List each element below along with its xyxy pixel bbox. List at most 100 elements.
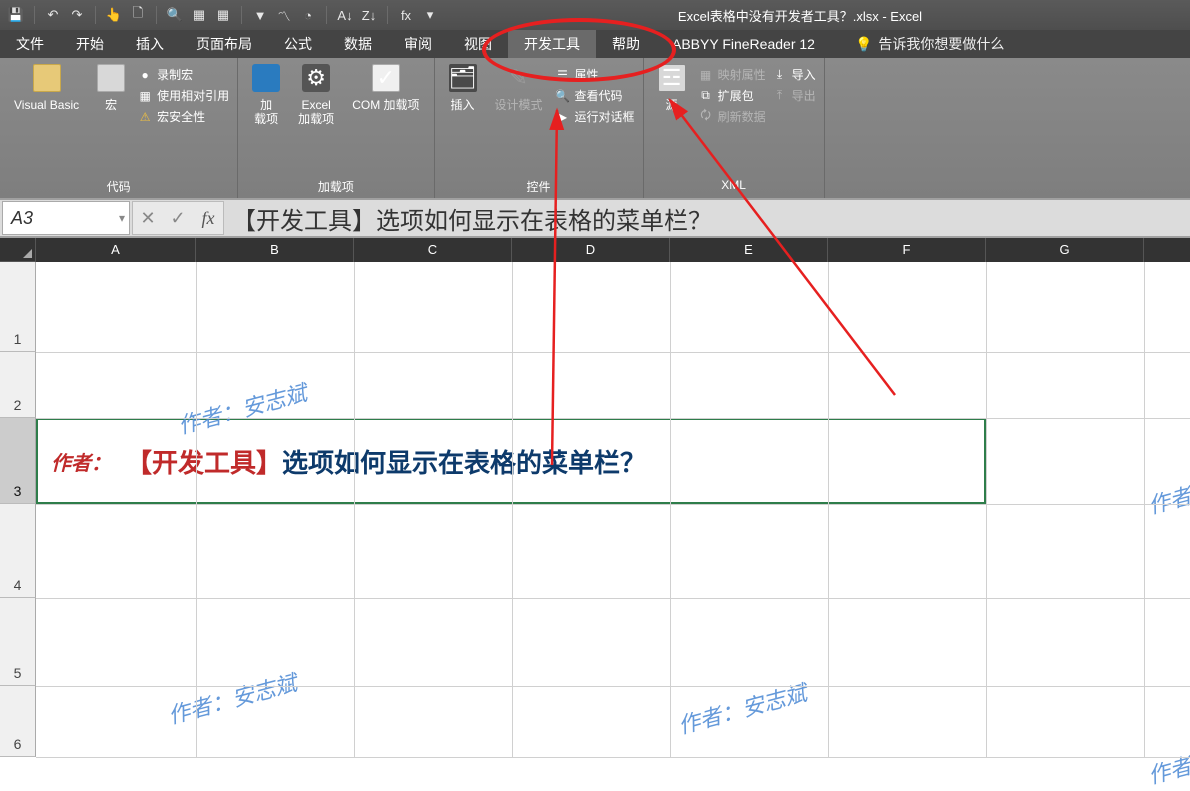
spreadsheet-grid[interactable]: ABCDEFG 123456 【开发工具】选项如何显示在表格的菜单栏？ 作者： … — [0, 238, 1190, 758]
tab-help[interactable]: 帮助 — [596, 30, 656, 58]
tab-view[interactable]: 视图 — [448, 30, 508, 58]
column-headers: ABCDEFG — [36, 238, 1190, 262]
filter-icon[interactable]: ▼ — [252, 7, 268, 23]
formula-bar-buttons: ✕ ✓ fx — [132, 201, 224, 235]
group-label-addins: 加载项 — [246, 178, 425, 196]
row-header-3[interactable]: 3 — [0, 418, 36, 504]
pie-icon[interactable]: ◔ — [300, 7, 316, 23]
author-prefix: 作者： — [36, 418, 111, 504]
design-mode-button[interactable]: ✎设计模式 — [489, 62, 549, 114]
undo-icon[interactable]: ↶ — [45, 7, 61, 23]
column-header-F[interactable]: F — [828, 238, 986, 262]
tab-formulas[interactable]: 公式 — [268, 30, 328, 58]
refresh-data-button[interactable]: 🗘刷新数据 — [698, 108, 766, 125]
tab-review[interactable]: 审阅 — [388, 30, 448, 58]
run-dialog-button[interactable]: ▶运行对话框 — [555, 108, 635, 125]
chart-icon[interactable]: 〽 — [276, 7, 292, 23]
group-xml: ☲源 ▦映射属性 ⧉扩展包 🗘刷新数据 ⤓导入 ⤒导出 XML — [644, 58, 825, 198]
com-addin-icon: ✓ — [372, 64, 400, 92]
xml-source-button[interactable]: ☲源 — [652, 62, 692, 114]
insert-control-icon: 🗂 — [449, 64, 477, 92]
dropdown-icon[interactable]: ▾ — [422, 7, 438, 23]
row-headers: 123456 — [0, 262, 36, 757]
active-cell-content: 【开发工具】选项如何显示在表格的菜单栏？ — [36, 418, 646, 504]
visual-basic-icon — [33, 64, 61, 92]
watermark-2: 作者：安志斌 — [1144, 455, 1190, 520]
sort-asc-icon[interactable]: A↓ — [337, 7, 353, 23]
map-properties-button[interactable]: ▦映射属性 — [698, 66, 766, 83]
visual-basic-button[interactable]: Visual Basic — [8, 62, 85, 114]
export-icon: ⤒ — [772, 88, 788, 104]
touch-mode-icon[interactable]: 👆 — [106, 7, 122, 23]
row-header-4[interactable]: 4 — [0, 504, 36, 598]
column-header-E[interactable]: E — [670, 238, 828, 262]
enter-icon[interactable]: ✓ — [163, 201, 193, 235]
excel-addins-button[interactable]: ⚙Excel 加载项 — [292, 62, 340, 128]
run-dialog-icon: ▶ — [555, 109, 571, 125]
view-code-icon: 🔍 — [555, 88, 571, 104]
new-icon[interactable]: 🗋 — [130, 7, 146, 23]
record-macro-button[interactable]: ●录制宏 — [137, 66, 229, 83]
name-box[interactable]: A3 — [2, 201, 130, 235]
tab-data[interactable]: 数据 — [328, 30, 388, 58]
properties-icon: ☰ — [555, 67, 571, 83]
column-header-C[interactable]: C — [354, 238, 512, 262]
tab-abbyy[interactable]: ABBYY FineReader 12 — [656, 30, 831, 58]
formula-icon[interactable]: fx — [398, 7, 414, 23]
row-header-6[interactable]: 6 — [0, 686, 36, 757]
view-code-button[interactable]: 🔍查看代码 — [555, 87, 635, 104]
save-icon[interactable]: 💾 — [8, 7, 24, 23]
ribbon: Visual Basic 宏 ●录制宏 ▦使用相对引用 ⚠宏安全性 代码 加 载… — [0, 58, 1190, 198]
com-addins-button[interactable]: ✓COM 加载项 — [346, 62, 425, 114]
quick-access-toolbar: 💾 ↶ ↷ 👆 🗋 🔍 ▦ ▦ ▼ 〽 ◔ A↓ Z↓ fx ▾ — [0, 6, 446, 24]
column-header-D[interactable]: D — [512, 238, 670, 262]
watermark-5: 作者：安志斌 — [1144, 725, 1190, 790]
cell-area[interactable]: 【开发工具】选项如何显示在表格的菜单栏？ 作者： 作者：安志斌 作者：安志斌 作… — [36, 262, 1190, 758]
ribbon-tabs: 文件 开始 插入 页面布局 公式 数据 审阅 视图 开发工具 帮助 ABBYY … — [0, 30, 1190, 58]
select-all-corner[interactable] — [0, 238, 36, 262]
tab-page-layout[interactable]: 页面布局 — [180, 30, 268, 58]
cell-rest: 选项如何显示在表格的菜单栏？ — [282, 443, 646, 480]
xml-source-icon: ☲ — [658, 64, 686, 92]
formula-bar: A3 ✕ ✓ fx 【开发工具】选项如何显示在表格的菜单栏？ — [0, 198, 1190, 238]
macro-security-button[interactable]: ⚠宏安全性 — [137, 108, 229, 125]
expansion-packs-button[interactable]: ⧉扩展包 — [698, 87, 766, 104]
sheet2-icon[interactable]: ▦ — [215, 7, 231, 23]
use-relative-button[interactable]: ▦使用相对引用 — [137, 87, 229, 104]
macros-button[interactable]: 宏 — [91, 62, 131, 114]
formula-input[interactable]: 【开发工具】选项如何显示在表格的菜单栏？ — [224, 201, 1190, 235]
xml-export-button[interactable]: ⤒导出 — [772, 87, 816, 104]
row-header-1[interactable]: 1 — [0, 262, 36, 352]
tab-file[interactable]: 文件 — [0, 30, 60, 58]
sort-desc-icon[interactable]: Z↓ — [361, 7, 377, 23]
tab-insert[interactable]: 插入 — [120, 30, 180, 58]
column-header-G[interactable]: G — [986, 238, 1144, 262]
row-header-2[interactable]: 2 — [0, 352, 36, 418]
cancel-icon[interactable]: ✕ — [133, 201, 163, 235]
row-header-5[interactable]: 5 — [0, 598, 36, 686]
xml-import-button[interactable]: ⤓导入 — [772, 66, 816, 83]
redo-icon[interactable]: ↷ — [69, 7, 85, 23]
properties-button[interactable]: ☰属性 — [555, 66, 635, 83]
column-header-B[interactable]: B — [196, 238, 354, 262]
window-title: Excel表格中没有开发者工具？.xlsx - Excel — [678, 6, 922, 25]
column-header-A[interactable]: A — [36, 238, 196, 262]
refresh-icon: 🗘 — [698, 109, 714, 125]
tab-developer[interactable]: 开发工具 — [508, 30, 596, 58]
print-preview-icon[interactable]: 🔍 — [167, 7, 183, 23]
expansion-icon: ⧉ — [698, 88, 714, 104]
group-label-code: 代码 — [8, 178, 229, 196]
addin-icon — [252, 64, 280, 92]
tab-home[interactable]: 开始 — [60, 30, 120, 58]
addins-button[interactable]: 加 载项 — [246, 62, 286, 128]
group-label-xml: XML — [652, 178, 816, 196]
shield-icon: ⚠ — [137, 109, 153, 125]
fx-icon[interactable]: fx — [193, 201, 223, 235]
sheet1-icon[interactable]: ▦ — [191, 7, 207, 23]
tell-me-search[interactable]: 💡 告诉我你想要做什么 — [855, 34, 1004, 54]
insert-control-button[interactable]: 🗂插入 — [443, 62, 483, 114]
design-mode-icon: ✎ — [505, 64, 533, 92]
group-code: Visual Basic 宏 ●录制宏 ▦使用相对引用 ⚠宏安全性 代码 — [0, 58, 238, 198]
group-addins: 加 载项 ⚙Excel 加载项 ✓COM 加载项 加载项 — [238, 58, 434, 198]
group-controls: 🗂插入 ✎设计模式 ☰属性 🔍查看代码 ▶运行对话框 控件 — [435, 58, 644, 198]
